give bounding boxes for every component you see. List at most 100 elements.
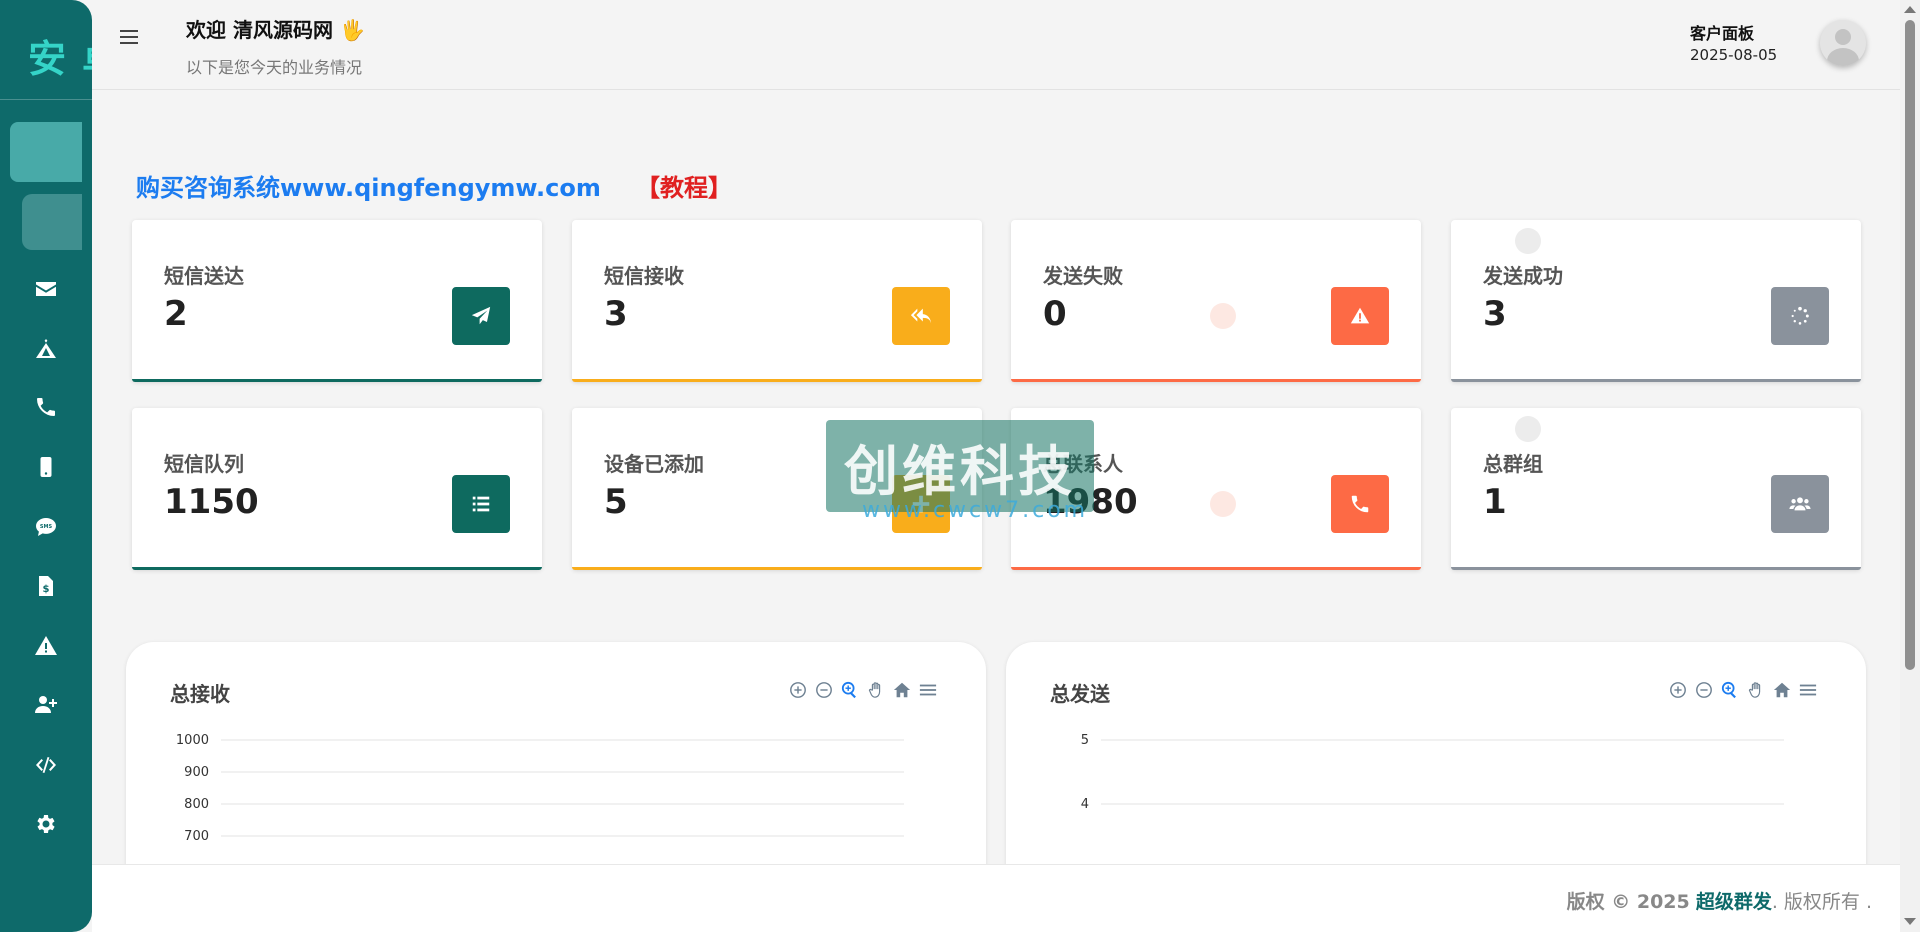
zoom-out-icon[interactable] (814, 680, 834, 700)
code-icon (33, 752, 59, 778)
chart-toolbar (788, 680, 938, 700)
chart-received-plot: 1000 900 800 700 (176, 733, 904, 844)
sidebar-item-calls[interactable] (0, 394, 92, 420)
zoom-in-icon[interactable] (1668, 680, 1688, 700)
users-icon (1771, 475, 1829, 533)
stat-value: 2 (164, 294, 188, 334)
scrollbar-thumb[interactable] (1905, 20, 1915, 670)
stat-card-sms-received: 短信接收 3 (572, 220, 982, 382)
stat-label: 短信接收 (604, 264, 684, 288)
card-accent-bar (572, 567, 982, 570)
menu-toggle-button[interactable] (120, 30, 138, 44)
stat-label: 设备已添加 (604, 452, 704, 476)
pan-hand-icon[interactable] (866, 680, 886, 700)
sidebar-divider (0, 99, 92, 100)
promo-link[interactable]: 购买咨询系统www.qingfengymw.com (136, 168, 601, 203)
y-tick-label: 1000 (176, 733, 209, 748)
stat-value: 5 (604, 482, 628, 522)
card-accent-bar (1451, 379, 1861, 382)
welcome-title: 欢迎 清风源码网 🖐 (186, 14, 365, 43)
sidebar-item-api[interactable] (0, 752, 92, 778)
stat-value: 3 (604, 294, 628, 334)
tent-icon (33, 336, 59, 362)
sidebar-item-alerts[interactable] (0, 633, 92, 659)
card-accent-bar (132, 379, 542, 382)
sidebar-item-campaigns[interactable] (0, 336, 92, 362)
chart-panel-sent: 总发送 54 (1006, 642, 1866, 872)
scroll-up-arrow[interactable] (1904, 6, 1916, 13)
footer: 版权 © 2025 超级群发. 版权所有 . (92, 864, 1900, 932)
warning-icon (33, 633, 59, 659)
current-date: 2025-08-05 (1690, 46, 1778, 64)
stat-label: 发送失败 (1043, 264, 1123, 288)
decorative-dot (1515, 416, 1541, 442)
envelope-icon (33, 276, 59, 302)
reset-home-icon[interactable] (1772, 680, 1792, 700)
phone-icon (33, 394, 59, 420)
scroll-down-arrow[interactable] (1904, 918, 1916, 925)
sidebar-item-settings[interactable] (0, 811, 92, 837)
stat-label: 短信送达 (164, 264, 244, 288)
welcome-text: 欢迎 清风源码网 (186, 18, 333, 42)
zoom-in-icon[interactable] (788, 680, 808, 700)
gear-icon (33, 811, 59, 837)
stat-card-send-success: 发送成功 3 (1451, 220, 1861, 382)
sms-bubble-icon: SMS (33, 514, 59, 540)
chart-title: 总接收 (170, 682, 230, 706)
y-tick-label: 700 (184, 829, 209, 844)
stat-value: 1150 (164, 482, 259, 522)
avatar[interactable] (1820, 20, 1866, 66)
paper-plane-icon (452, 287, 510, 345)
chart-title: 总发送 (1050, 682, 1110, 706)
sidebar-item-add[interactable] (10, 122, 82, 182)
stat-card-sms-queue: 短信队列 1150 (132, 408, 542, 570)
y-tick-label: 800 (184, 797, 209, 812)
chart-menu-icon[interactable] (918, 680, 938, 700)
sidebar-item-devices[interactable] (0, 454, 92, 480)
sidebar-item-billing[interactable]: $ (0, 573, 92, 599)
stat-label: 总群组 (1483, 452, 1543, 476)
svg-text:$: $ (43, 584, 50, 595)
card-accent-bar (132, 567, 542, 570)
sidebar-item-sms[interactable]: SMS (0, 514, 92, 540)
stat-card-total-groups: 总群组 1 (1451, 408, 1861, 570)
sidebar-item-add-user[interactable] (0, 692, 92, 718)
decorative-dot (1515, 228, 1541, 254)
svg-text:SMS: SMS (40, 524, 53, 530)
y-tick-label: 4 (1081, 797, 1089, 812)
decorative-dot (1210, 303, 1236, 329)
watermark-url: www.cwcw7.com (862, 498, 1089, 523)
y-tick-label: 5 (1081, 733, 1089, 748)
stat-value: 1 (1483, 482, 1507, 522)
welcome-subtitle: 以下是您今天的业务情况 (186, 58, 363, 77)
stat-value: 3 (1483, 294, 1507, 334)
zoom-select-icon[interactable] (840, 680, 860, 700)
sidebar-item-messages[interactable] (0, 276, 92, 302)
pan-hand-icon[interactable] (1746, 680, 1766, 700)
chart-panel-received: 总接收 1000 900 800 700 (126, 642, 986, 872)
sidebar-item-dashboard[interactable] (22, 194, 82, 250)
reply-all-icon (892, 287, 950, 345)
zoom-out-icon[interactable] (1694, 680, 1714, 700)
chart-menu-icon[interactable] (1798, 680, 1818, 700)
card-accent-bar (1451, 567, 1861, 570)
stat-label: 发送成功 (1483, 264, 1563, 288)
stat-card-sms-delivered: 短信送达 2 (132, 220, 542, 382)
footer-brand-link[interactable]: 超级群发 (1696, 891, 1772, 913)
spinner-icon (1771, 287, 1829, 345)
card-accent-bar (1011, 379, 1421, 382)
user-plus-icon (33, 692, 59, 718)
waving-hand-icon: 🖐 (339, 18, 365, 42)
warning-icon (1331, 287, 1389, 345)
brand-logo[interactable]: 安卓 (28, 28, 92, 83)
chart-toolbar (1668, 680, 1818, 700)
stat-card-send-failed: 发送失败 0 (1011, 220, 1421, 382)
chart-sent-plot: 54 (1081, 733, 1784, 812)
panel-label: 客户面板 (1690, 24, 1755, 43)
decorative-dot (1210, 491, 1236, 517)
zoom-select-icon[interactable] (1720, 680, 1740, 700)
list-icon (452, 475, 510, 533)
y-tick-label: 900 (184, 765, 209, 780)
reset-home-icon[interactable] (892, 680, 912, 700)
tutorial-link[interactable]: 【教程】 (636, 168, 732, 203)
